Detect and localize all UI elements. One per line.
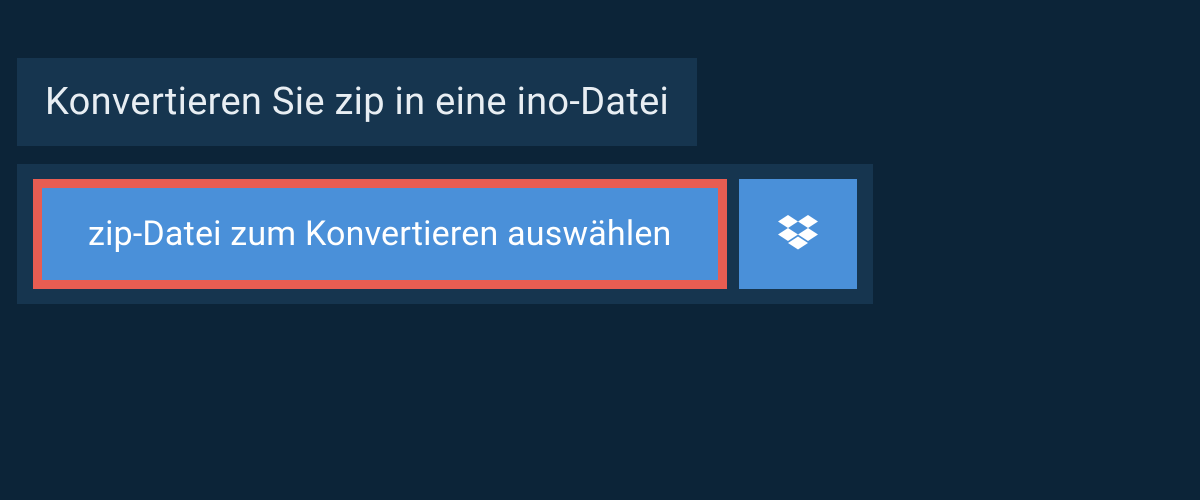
page-title: Konvertieren Sie zip in eine ino-Datei (45, 80, 669, 124)
title-bar: Konvertieren Sie zip in eine ino-Datei (17, 58, 697, 146)
choose-file-button[interactable]: zip-Datei zum Konvertieren auswählen (33, 179, 727, 289)
dropbox-button[interactable] (739, 179, 857, 289)
upload-panel: zip-Datei zum Konvertieren auswählen (17, 164, 873, 304)
dropbox-icon (778, 215, 818, 253)
choose-file-label: zip-Datei zum Konvertieren auswählen (88, 214, 672, 254)
